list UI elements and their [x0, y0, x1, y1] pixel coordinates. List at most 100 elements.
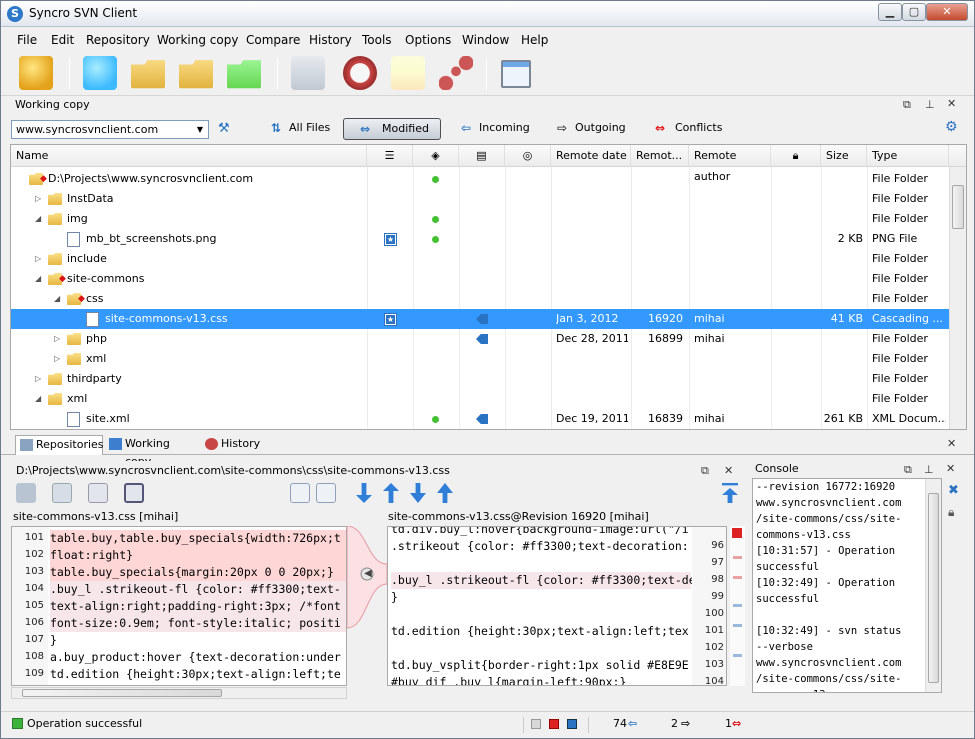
filter-outgoing-button[interactable]: ⇨ Outgoing — [549, 118, 633, 140]
menu-working-copy[interactable]: Working copy — [157, 33, 238, 47]
column-remote-date[interactable]: Remote date — [551, 145, 631, 167]
save-icon[interactable] — [16, 483, 36, 503]
column-remote-revision[interactable]: Remot... — [631, 145, 689, 167]
expand-toggle-icon[interactable]: ◢ — [54, 289, 60, 309]
tab-history[interactable]: History — [201, 435, 265, 455]
change-marker[interactable] — [733, 654, 742, 657]
filter-incoming-button[interactable]: ⇦ Incoming — [453, 118, 537, 140]
change-marker[interactable] — [733, 576, 742, 579]
column-type[interactable]: Type — [867, 145, 949, 167]
tree-vertical-scrollbar[interactable] — [949, 167, 966, 429]
scrollbar-thumb[interactable] — [22, 689, 222, 697]
revision-graph-icon[interactable] — [439, 56, 473, 90]
export-icon[interactable] — [179, 60, 213, 89]
format-icon[interactable] — [88, 483, 108, 503]
window-icon[interactable] — [501, 60, 531, 88]
column-lock-icon[interactable]: 🔒︎ — [771, 145, 821, 167]
minimize-button[interactable]: ▁ — [878, 3, 902, 21]
expand-toggle-icon[interactable]: ▷ — [35, 189, 41, 209]
gear-icon[interactable]: ⚙ — [945, 119, 958, 135]
compare-icon[interactable] — [291, 56, 325, 90]
close-panel-icon[interactable]: ✕ — [946, 462, 955, 475]
expand-toggle-icon[interactable]: ▷ — [54, 349, 60, 369]
column-remote-status-icon[interactable]: ▤ — [459, 145, 505, 167]
table-row[interactable]: ◢ ◆ css File Folder — [11, 289, 949, 309]
table-row[interactable]: ▷ InstData File Folder — [11, 189, 949, 209]
expand-toggle-icon[interactable]: ▷ — [54, 329, 60, 349]
merge-change-icon[interactable]: ◀ — [361, 568, 375, 580]
table-row[interactable]: mb_bt_screenshots.png ★ 2 KB PNG File — [11, 229, 949, 249]
checkout-icon[interactable] — [19, 56, 53, 90]
table-row[interactable]: site.xml Dec 19, 2011 16839 mihai 261 KB XML … — [11, 409, 949, 429]
menu-repository[interactable]: Repository — [86, 33, 150, 47]
update-icon[interactable] — [83, 56, 117, 90]
table-row[interactable]: site-commons-v13.css ★ Jan 3, 2012 16920 mih… — [11, 309, 949, 329]
table-row[interactable]: ▷ php Dec 28, 2011 16899 mihai File Folder — [11, 329, 949, 349]
pin-panel-icon[interactable]: ⊥ — [924, 463, 934, 476]
table-row[interactable]: ▷ include File Folder — [11, 249, 949, 269]
outgoing-arrow-icon[interactable]: ⇨ — [681, 717, 690, 730]
menu-compare[interactable]: Compare — [246, 33, 300, 47]
last-change-arrow-icon[interactable] — [410, 483, 426, 503]
restore-panel-icon[interactable]: ⧉ — [904, 463, 912, 477]
history-icon[interactable] — [343, 56, 377, 90]
lock-scroll-icon[interactable]: 🔒︎ — [948, 505, 954, 520]
left-horizontal-scrollbar[interactable] — [11, 687, 347, 699]
wrench-icon[interactable]: ⚒ — [218, 121, 230, 136]
previous-change-arrow-icon[interactable] — [383, 483, 399, 503]
filter-modified-button[interactable]: ⇔ Modified — [343, 118, 441, 140]
table-row[interactable]: ◢ xml File Folder — [11, 389, 949, 409]
table-row[interactable]: ▷ thirdparty File Folder — [11, 369, 949, 389]
annotate-icon[interactable] — [391, 56, 425, 90]
menu-window[interactable]: Window — [462, 33, 509, 47]
close-panel-icon[interactable]: ✕ — [724, 464, 733, 477]
change-marker[interactable] — [733, 604, 742, 607]
table-row[interactable]: ◆ D:\Projects\www.syncrosvnclient.com File… — [11, 169, 949, 189]
filter-conflicts-button[interactable]: ⇔ Conflicts — [649, 118, 733, 140]
close-tab-icon[interactable]: ✕ — [947, 437, 956, 450]
restore-panel-icon[interactable]: ⧉ — [701, 464, 709, 478]
first-change-arrow-icon[interactable] — [437, 483, 453, 503]
column-remote-props-icon[interactable]: ◎ — [505, 145, 551, 167]
right-editor-pane[interactable]: td.div.buy_l:hover{background-image:url(… — [387, 526, 727, 686]
column-size[interactable]: Size — [821, 145, 867, 167]
working-copy-location-select[interactable]: www.syncrosvnclient.com ▼ — [11, 120, 209, 139]
next-change-arrow-icon[interactable] — [356, 483, 372, 503]
stop-icon[interactable] — [549, 719, 559, 729]
column-local-status-icon[interactable]: ☰ — [367, 145, 413, 167]
diff-overview-ruler[interactable] — [730, 526, 745, 686]
menu-options[interactable]: Options — [405, 33, 451, 47]
table-row[interactable]: ◢ ◆ site-commons File Folder — [11, 269, 949, 289]
expand-toggle-icon[interactable]: ▷ — [35, 369, 41, 389]
maximize-button[interactable]: ▢ — [902, 3, 926, 21]
left-editor-pane[interactable]: 101 table.buy,table.buy_specials{width:72… — [11, 526, 347, 686]
menu-history[interactable]: History — [309, 33, 352, 47]
filter-all-files-button[interactable]: ⇅ All Files — [263, 118, 335, 140]
pause-icon[interactable] — [531, 719, 541, 729]
incoming-arrow-icon[interactable]: ⇦ — [628, 717, 637, 730]
scroll-to-top-icon[interactable] — [722, 483, 738, 503]
expand-toggle-icon[interactable]: ◢ — [35, 389, 41, 409]
menu-help[interactable]: Help — [521, 33, 548, 47]
console-vertical-scrollbar[interactable] — [925, 479, 941, 692]
expand-toggle-icon[interactable]: ◢ — [35, 269, 41, 289]
copy-all-left-icon[interactable] — [290, 483, 310, 503]
tab-working-copy[interactable]: Working copy — [105, 435, 199, 468]
menu-file[interactable]: File — [17, 33, 37, 47]
tab-repositories[interactable]: Repositories — [15, 435, 104, 455]
ignore-whitespace-icon[interactable] — [124, 483, 144, 503]
console-output[interactable]: --revision 16772:16920 www.syncrosvnclie… — [752, 478, 942, 693]
copy-change-left-icon[interactable] — [316, 483, 336, 503]
column-name[interactable]: Name — [11, 145, 367, 167]
column-properties-icon[interactable]: ◈ — [413, 145, 459, 167]
pin-panel-icon[interactable]: ⊥ — [925, 98, 935, 111]
clear-console-icon[interactable]: ✖ — [948, 483, 959, 498]
scrollbar-thumb[interactable] — [928, 493, 939, 683]
refresh-icon[interactable] — [227, 60, 261, 89]
table-row[interactable]: ◢ img File Folder — [11, 209, 949, 229]
menu-tools[interactable]: Tools — [362, 33, 392, 47]
menu-edit[interactable]: Edit — [51, 33, 74, 47]
restore-panel-icon[interactable]: ⧉ — [903, 98, 911, 112]
commit-icon[interactable] — [131, 60, 165, 89]
expand-toggle-icon[interactable]: ▷ — [35, 249, 41, 269]
